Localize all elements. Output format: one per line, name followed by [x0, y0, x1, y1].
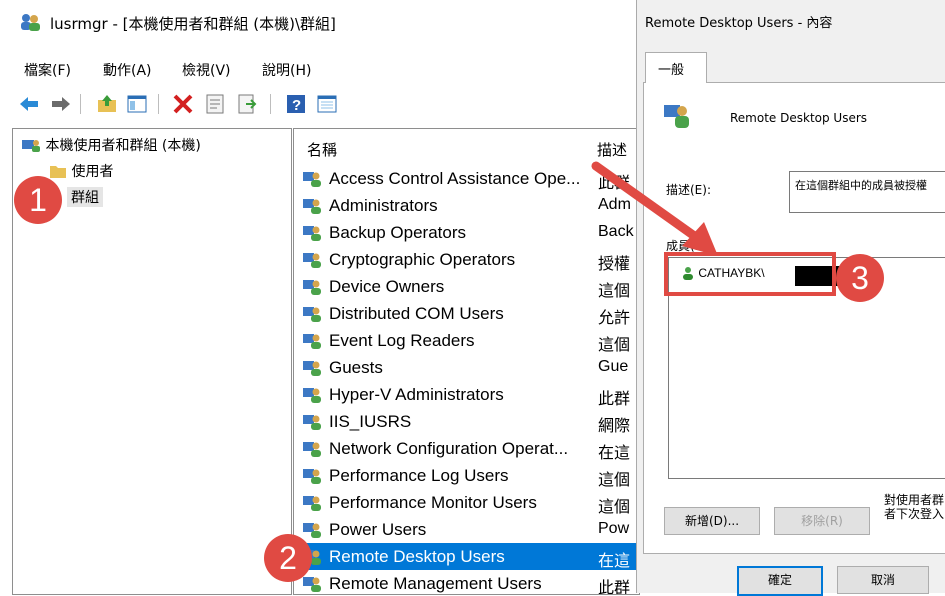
annotation-arrow	[591, 161, 718, 256]
callout-1: 1	[14, 176, 62, 224]
callout-3: 3	[836, 254, 884, 302]
callout-2: 2	[264, 534, 312, 582]
member-highlight-box	[664, 252, 836, 296]
